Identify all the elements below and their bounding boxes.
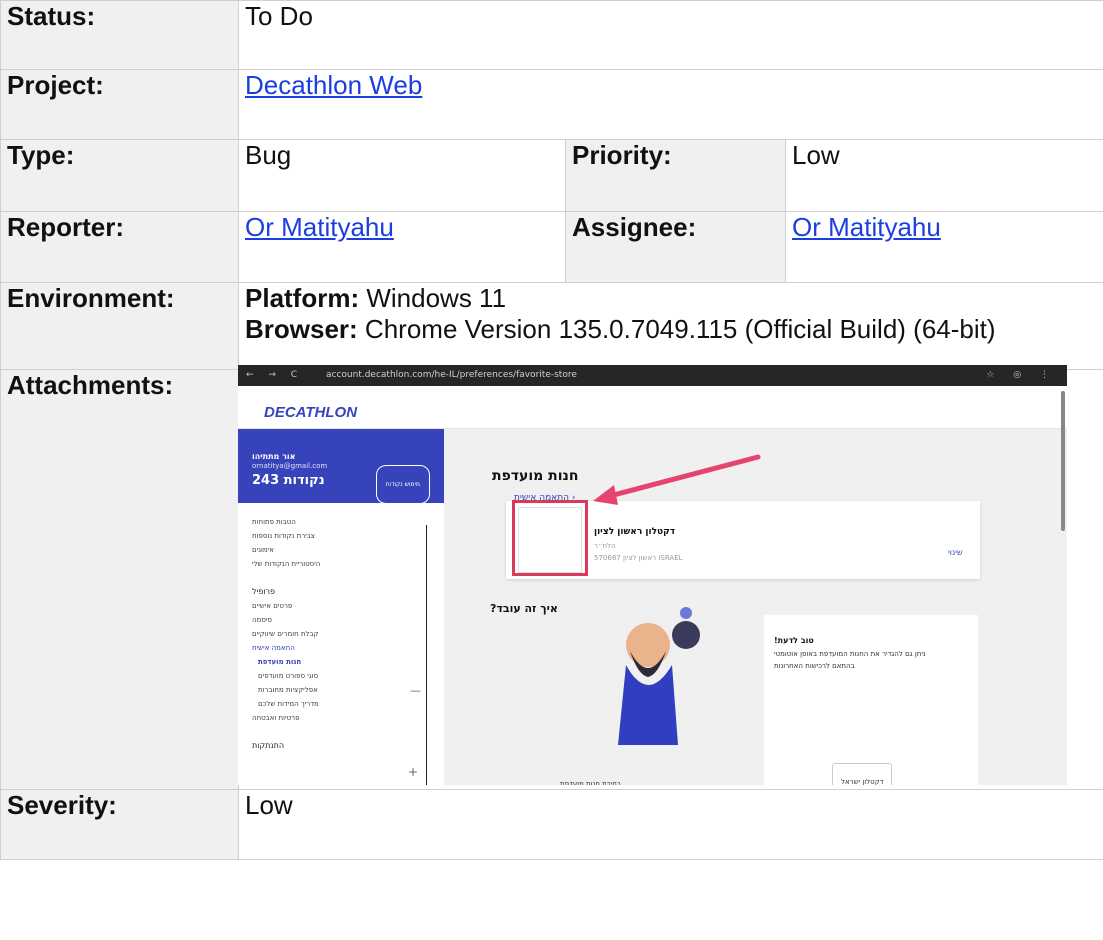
severity-value: Low	[237, 789, 1103, 860]
menu-item: סיסמה	[252, 616, 272, 624]
priority-label: Priority:	[565, 139, 786, 212]
browser-url: account.decathlon.com/he-IL/preferences/…	[326, 370, 577, 380]
platform-line: Platform: Windows 11	[245, 283, 1097, 314]
menu-subitem-active: חנות מועדפת	[258, 658, 302, 666]
severity-row: Severity: Low	[0, 789, 1103, 860]
illustration-man-icon	[618, 607, 700, 745]
browser-key: Browser:	[245, 314, 358, 344]
platform-key: Platform:	[245, 283, 360, 313]
decathlon-logo: DECATHLON	[264, 404, 358, 421]
attachments-label: Attachments:	[0, 369, 239, 790]
environment-value: Platform: Windows 11 Browser: Chrome Ver…	[237, 282, 1103, 370]
reporter-label: Reporter:	[0, 211, 239, 283]
status-value: To Do	[237, 0, 1103, 70]
type-label: Type:	[0, 139, 239, 212]
menu-section-profile: פרופיל	[252, 587, 276, 596]
menu-item: אימונים	[252, 546, 274, 554]
how-it-works-title: ?איך זה עובד	[490, 602, 558, 615]
attachments-row: Attachments: ← → C account.decathlon.com…	[0, 365, 1103, 790]
points: 243 נקודות	[252, 473, 325, 488]
page-scrollbar	[1061, 391, 1065, 531]
project-label: Project:	[0, 69, 239, 140]
menu-item-logout: התנתקות	[252, 741, 285, 750]
attachment-screenshot[interactable]: ← → C account.decathlon.com/he-IL/prefer…	[238, 365, 1067, 785]
menu-item-privacy: פרטיות ואבטחה	[252, 714, 300, 722]
browser-toolbar: ← → C account.decathlon.com/he-IL/prefer…	[238, 365, 1067, 386]
sidebar-menu: הטבות פתוחות צבירת נקודות נוספות אימונים…	[252, 515, 428, 753]
issue-details-table: Status: To Do Project: Decathlon Web Typ…	[0, 0, 1103, 860]
platform-value: Windows 11	[359, 283, 507, 313]
expand-icon: +	[408, 765, 419, 779]
collapse-icon: —	[410, 684, 421, 697]
choose-store-label: בחירת חנות מועדפת	[560, 780, 621, 785]
tip-text: בהתאם לרכישות האחרונות	[774, 662, 855, 670]
menu-item: פרטים אישיים	[252, 602, 293, 610]
browser-value: Chrome Version 135.0.7049.115 (Official …	[357, 314, 996, 344]
tip-card: !טוב לדעת ניתן גם להגדיר את החנות המועדפ…	[764, 615, 978, 785]
user-panel: אור מתתיהו ornatitya@gmail.com 243 נקודו…	[238, 429, 444, 504]
browser-tools-icons: ☆ ◎ ⋮	[986, 370, 1057, 380]
reporter-link[interactable]: Or Matityahu	[245, 212, 394, 242]
status-row: Status: To Do	[0, 0, 1103, 70]
menu-subitem: סוגי ספורט מועדפים	[258, 672, 319, 680]
tip-store-button: דקטלון ישראל	[832, 763, 893, 785]
priority-value: Low	[784, 139, 1103, 212]
environment-row: Environment: Platform: Windows 11 Browse…	[0, 282, 1103, 370]
highlight-box	[512, 500, 588, 576]
menu-item: הטבות פתוחות	[252, 518, 296, 526]
status-label: Status:	[0, 0, 239, 70]
type-priority-row: Type: Bug Priority: Low	[0, 139, 1103, 212]
project-row: Project: Decathlon Web	[0, 69, 1103, 140]
menu-item: היסטוריית הנקודות שלי	[252, 560, 321, 568]
menu-item-personal: התאמה אישית	[252, 644, 295, 652]
browser-nav-icons: ← → C	[246, 370, 304, 380]
account-sidebar: אור מתתיהו ornatitya@gmail.com 243 נקודו…	[238, 429, 444, 785]
store-address-line: 570687 ראשון לציון ISRAEL	[594, 554, 683, 562]
points-button: מימוש נקודות	[375, 465, 430, 504]
browser-line: Browser: Chrome Version 135.0.7049.115 (…	[245, 314, 1097, 345]
change-link: שינוי	[948, 548, 963, 557]
environment-label: Environment:	[0, 282, 239, 370]
menu-item: צבירת נקודות נוספות	[252, 532, 315, 540]
assignee-link[interactable]: Or Matityahu	[792, 212, 941, 242]
menu-subitem: מדריך המידות שלכם	[258, 700, 319, 708]
menu-subitem: אפליקציות מחוברות	[258, 686, 318, 694]
sidebar-scroll-line	[426, 525, 427, 785]
assignee-label: Assignee:	[565, 211, 786, 283]
type-value: Bug	[238, 139, 566, 212]
severity-label: Severity:	[0, 789, 239, 860]
menu-item: קבלת חומרים שיווקיים	[252, 630, 319, 638]
site-header: DECATHLON	[238, 386, 1067, 429]
project-link[interactable]: Decathlon Web	[245, 70, 422, 100]
reporter-assignee-row: Reporter: Or Matityahu Assignee: Or Mati…	[0, 211, 1103, 283]
